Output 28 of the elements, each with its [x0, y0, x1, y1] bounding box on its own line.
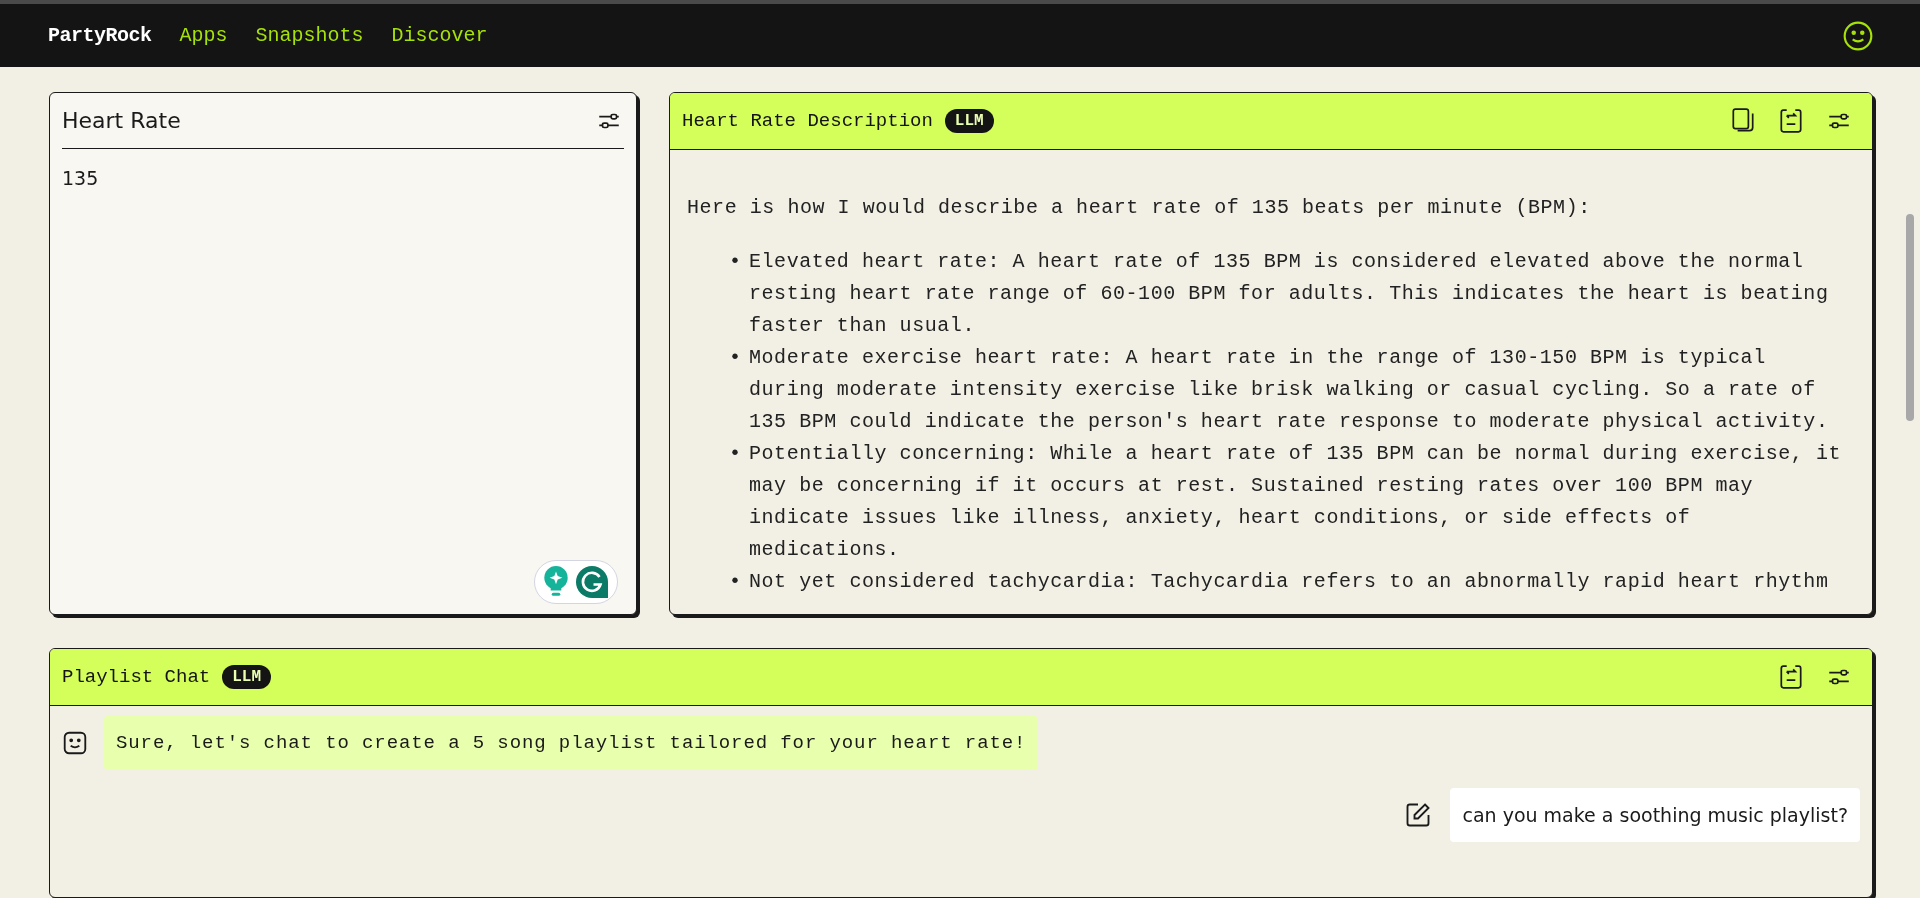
bullet-marker: • [729, 345, 743, 371]
bullet-item: Not yet considered tachycardia: Tachycardia refers to an abnormally rapid heart rhythm [749, 569, 1830, 595]
bullet-item: Elevated heart rate: A heart rate of 135 BPM is considered elevated above the normal resting heart rate range of 60-100 BPM for adults. This indicates the heart is beating faster than usual. [749, 249, 1830, 339]
card-title: Playlist Chat [62, 666, 211, 688]
card-title: Heart Rate [62, 108, 181, 133]
bullet-marker: • [729, 249, 743, 275]
logo-icon[interactable] [575, 565, 609, 599]
input-value[interactable]: 135 [62, 167, 624, 189]
profile-icon [1842, 19, 1874, 52]
nav-link[interactable]: Apps [179, 24, 228, 47]
brand-link[interactable]: PartyRock [48, 24, 152, 47]
export-icon [1778, 107, 1804, 135]
bullet-marker: • [729, 569, 743, 595]
user-message: can you make a soothing music playlist? [1450, 788, 1860, 842]
bullet-item: Potentially concerning: While a heart rate of 135 BPM can be normal during exercise, it may be concerning if it occurs at rest. Sustained resting rates over 100 BPM may indicate issues like illness, anxiety, heart conditions, or side effects of medications. [749, 441, 1843, 563]
lightbulb-icon[interactable] [543, 565, 569, 599]
nav-link[interactable]: Snapshots [255, 24, 364, 47]
assistant-message: Sure, let's chat to create a 5 song playlist tailored for your heart rate! [104, 716, 1039, 770]
intro-text: Here is how I would describe a heart rate of 135 beats per minute (BPM): [687, 195, 1592, 221]
bot-face-icon [62, 730, 88, 756]
llm-badge: LLM [944, 109, 994, 133]
nav-link[interactable]: Discover [391, 24, 488, 47]
copy-icon [1730, 107, 1756, 135]
card-title: Heart Rate Description [682, 110, 933, 132]
llm-badge: LLM [222, 665, 272, 689]
export-icon [1778, 663, 1804, 691]
bullet-item: Moderate exercise heart rate: A heart rate in the range of 130-150 BPM is typical during moderate intensity exercise like brisk walking or casual cycling. So a rate of 135 BPM could indicate the person's heart rate response to moderate physical activity. [749, 345, 1830, 435]
bullet-marker: • [729, 441, 743, 467]
